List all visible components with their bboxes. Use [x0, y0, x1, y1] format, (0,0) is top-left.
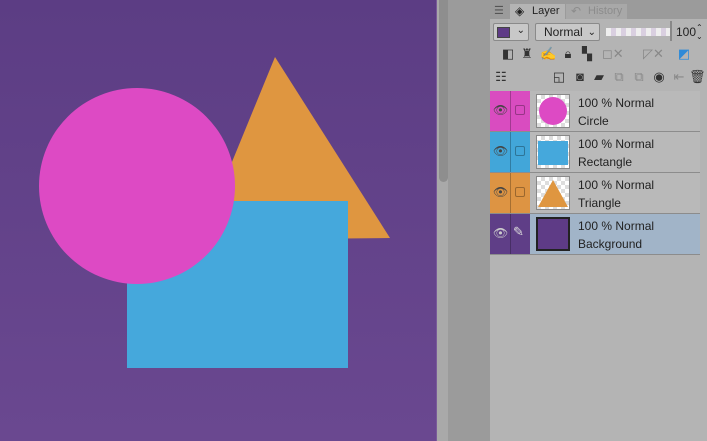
lock-transparency-icon[interactable]: ▚	[579, 46, 595, 62]
layer-color-icon[interactable]: ◩	[676, 46, 692, 62]
pencil-icon: ✎	[513, 224, 524, 239]
layer-mode: 100 % Normal	[578, 178, 655, 192]
clip-layer-icon[interactable]: ◧	[500, 46, 516, 62]
tab-history[interactable]: ↶ History	[566, 4, 627, 19]
eye-icon[interactable]: 👁︎	[493, 103, 508, 117]
layer-color-strip: 👁︎	[490, 132, 530, 172]
tab-layer[interactable]: ◈ Layer	[510, 4, 565, 19]
create-mask-icon[interactable]: ◉	[651, 69, 667, 85]
apply-mask-icon[interactable]: ⇤	[671, 69, 687, 85]
scrollbar-thumb[interactable]	[439, 0, 448, 182]
artwork	[39, 57, 390, 368]
layer-property-icon[interactable]: ☷	[493, 69, 509, 85]
ruler-enable-icon[interactable]: ◸✕	[643, 46, 664, 62]
mask-enable-icon[interactable]: ◻✕	[602, 46, 624, 62]
new-raster-layer-icon[interactable]: ◱	[551, 69, 567, 85]
new-vector-layer-icon[interactable]: ◙	[572, 69, 588, 85]
opacity-spinner[interactable]: ⌃ ⌄	[696, 23, 706, 41]
layer-mode: 100 % Normal	[578, 96, 655, 110]
eye-icon[interactable]: 👁︎	[493, 144, 508, 158]
layer-mode: 100 % Normal	[578, 219, 655, 233]
layer-color-strip: 👁︎	[490, 91, 530, 131]
layer-row-rectangle[interactable]: 👁︎ 100 % Normal Rectangle	[490, 132, 700, 173]
layer-name: Circle	[578, 114, 609, 128]
layer-mode: 100 % Normal	[578, 137, 655, 151]
eye-icon[interactable]: 👁︎	[493, 185, 508, 199]
lock-checkbox[interactable]	[515, 187, 525, 197]
layer-name: Rectangle	[578, 155, 633, 169]
layer-name: Triangle	[578, 196, 621, 210]
layer-color-dropdown[interactable]: ⌄	[493, 23, 529, 41]
tab-history-label: History	[588, 5, 623, 17]
lock-checkbox[interactable]	[515, 105, 525, 115]
circle-shape	[39, 88, 235, 284]
chevron-down-icon: ⌄	[587, 27, 596, 38]
panel-tabs: ☰ ◈ Layer ↶ History	[490, 0, 707, 19]
layer-row-background[interactable]: 👁︎ ✎ 100 % Normal Background	[490, 214, 700, 255]
layer-thumbnail	[536, 176, 570, 210]
layer-color-strip: 👁︎	[490, 173, 530, 213]
opacity-value[interactable]: 100	[676, 23, 696, 41]
layer-thumbnail	[536, 217, 570, 251]
reference-layer-icon[interactable]: ♜	[519, 46, 535, 62]
panel-menu-icon[interactable]: ☰	[494, 4, 504, 17]
opacity-slider-handle[interactable]	[670, 21, 672, 41]
transfer-down-icon[interactable]: ⧉	[611, 69, 627, 85]
canvas-vertical-scrollbar[interactable]	[436, 0, 448, 441]
chevron-down-icon: ⌄	[516, 25, 525, 36]
layer-row-triangle[interactable]: 👁︎ 100 % Normal Triangle	[490, 173, 700, 214]
panel-gap	[448, 0, 490, 441]
layer-name: Background	[578, 237, 643, 251]
eye-icon[interactable]: 👁︎	[493, 226, 508, 240]
trash-icon[interactable]: 🗑︎	[689, 69, 706, 85]
merge-down-icon[interactable]: ⧉	[631, 69, 647, 85]
draft-layer-icon[interactable]: ✍	[540, 46, 556, 62]
layer-row-circle[interactable]: 👁︎ 100 % Normal Circle	[490, 91, 700, 132]
layer-list: 👁︎ 100 % Normal Circle 👁︎ 100 % Normal R…	[490, 91, 700, 255]
undo-icon: ↶	[571, 4, 582, 18]
new-folder-icon[interactable]: ▰	[591, 69, 607, 85]
lock-icon[interactable]: 🔒︎	[560, 46, 576, 62]
layer-thumbnail	[536, 94, 570, 128]
tab-layer-label: Layer	[532, 5, 560, 17]
layer-thumbnail	[536, 135, 570, 169]
drawing-canvas[interactable]	[0, 0, 436, 441]
layers-icon: ◈	[515, 4, 525, 18]
layer-lock-toolbar: ◧ ♜ ✍ 🔒︎ ▚ ◻✕ ◸✕ ◩	[490, 46, 707, 66]
lock-checkbox[interactable]	[515, 146, 525, 156]
blend-mode-select[interactable]: Normal ⌄	[535, 23, 600, 41]
layer-color-swatch	[497, 27, 510, 38]
blend-mode-value: Normal	[544, 25, 583, 39]
opacity-slider[interactable]	[606, 28, 670, 36]
layer-actions-toolbar: ☷ ◱ ◙ ▰ ⧉ ⧉ ◉ ⇤ 🗑︎	[490, 69, 707, 89]
layer-color-strip: 👁︎ ✎	[490, 214, 530, 254]
layer-panel: ☰ ◈ Layer ↶ History ⌄ Normal ⌄ 100 ⌃ ⌄ ◧ ♜ ✍…	[490, 0, 707, 441]
